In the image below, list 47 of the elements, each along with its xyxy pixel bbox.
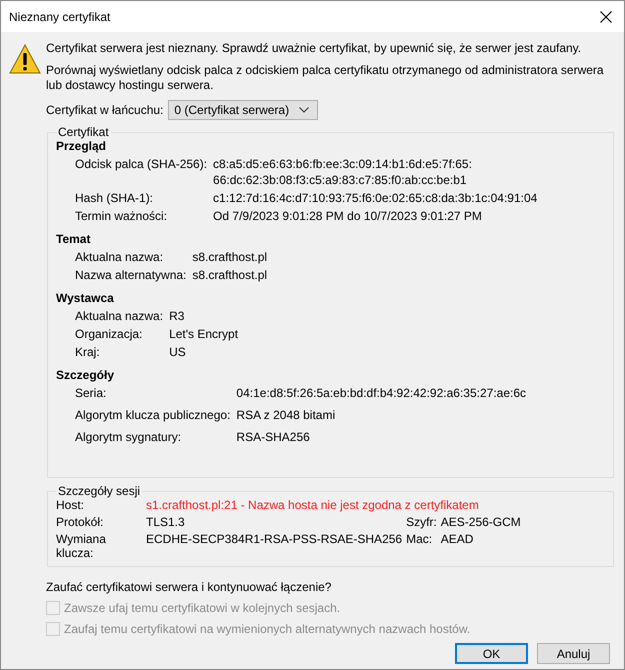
field-label: Wymiana klucza:	[56, 532, 107, 560]
field-value: c8:a5:d5:e6:63:b6:fb:ee:3c:09:14:b1:6d:e5:7f:65:	[213, 157, 473, 171]
field-value: TLS1.3	[146, 515, 186, 529]
group-title: Szczegóły sesji	[57, 484, 142, 498]
field-label: Szyfr:	[406, 515, 437, 529]
field-label: Host:	[56, 498, 86, 512]
field-value: 66:dc:62:3b:08:f3:c5:a9:83:c7:85:f0:ab:cc:be:b1	[213, 173, 468, 187]
field-value: Let's Encrypt	[169, 327, 240, 341]
field-value: AES-256-GCM	[440, 515, 522, 529]
field-value: RSA z 2048 bitami	[236, 408, 336, 422]
field-value: s8.crafthost.pl	[192, 268, 268, 282]
field-label: Seria:	[75, 386, 108, 400]
field-label: Algorytm klucza publicznego:	[75, 408, 230, 422]
section-heading: Przegląd	[56, 139, 108, 153]
field-label: Odcisk palca (SHA-256):	[75, 157, 208, 173]
host-value: s1.crafthost.pl:21 - Nazwa hosta nie jest zgodna z certyfikatem	[146, 498, 480, 512]
dialog-button[interactable]: OK	[455, 643, 528, 664]
section-heading: Szczegóły	[56, 368, 116, 382]
field-value: US	[169, 345, 187, 359]
field-label: Nazwa alternatywna:	[75, 268, 186, 282]
section-heading: Wystawca	[56, 291, 115, 305]
field-label: Kraj:	[75, 345, 101, 359]
field-value: AEAD	[440, 532, 474, 548]
field-value: 04:1e:d8:5f:26:5a:eb:bd:df:b4:92:42:92:a6:35:27:ae:6c	[236, 386, 528, 400]
field-label: Protokół:	[56, 515, 104, 529]
field-label: Aktualna nazwa:	[75, 309, 164, 323]
field-label: Termin ważności:	[75, 209, 168, 223]
field-label: Organizacja:	[75, 327, 144, 341]
chain-label: Certyfikat w łańcuchu:	[46, 103, 164, 117]
field-label: Aktualna nazwa:	[75, 250, 164, 264]
section-heading: Temat	[56, 232, 92, 246]
field-value: Od 7/9/2023 9:01:28 PM do 10/7/2023 9:01:27 PM	[213, 209, 483, 223]
field-label: Hash (SHA-1):	[75, 191, 154, 205]
group-title: Certyfikat	[57, 125, 110, 139]
chain-dropdown[interactable]: 0 (Certyfikat serwera)	[168, 100, 318, 120]
field-value: RSA-SHA256	[236, 430, 311, 444]
field-label: Algorytm sygnatury:	[75, 430, 182, 444]
message-text: Porównaj wyświetlany odcisk palca z odciskiem palca certyfikatu otrzymanego od administratora serwera lub dostawcy hostingu serwera.	[46, 63, 605, 93]
field-label: Mac:	[406, 532, 434, 548]
field-value: c1:12:7d:16:4c:d7:10:93:75:f6:0e:02:65:c8:da:3b:1c:04:91:04	[213, 191, 538, 205]
field-value: ECDHE-SECP384R1-RSA-PSS-RSAE-SHA256	[146, 532, 402, 548]
window-title: Nieznany certyfikat	[9, 10, 110, 24]
field-value: s8.crafthost.pl	[192, 250, 268, 264]
question-text: Zaufać certyfikatowi serwera i kontynuować łączenie?	[46, 580, 332, 594]
field-value: R3	[169, 309, 186, 323]
message-text: Certyfikat serwera jest nieznany. Sprawdź uważnie certyfikat, by upewnić się, że serwer jest zaufany.	[46, 41, 582, 56]
dialog-button[interactable]: Anuluj	[537, 643, 610, 664]
